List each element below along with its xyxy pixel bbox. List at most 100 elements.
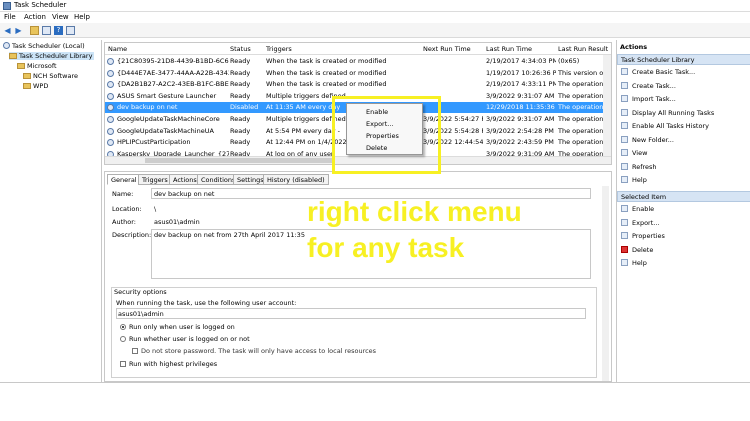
cell-triggers: When the task is created or modified <box>266 57 387 65</box>
delete-icon <box>621 245 628 253</box>
radio-selected-icon <box>120 324 126 330</box>
enable-tasks-history-icon <box>621 122 628 129</box>
refresh-icon <box>621 162 628 170</box>
cell-result: The operation c <box>558 80 606 89</box>
tab-actions[interactable]: Actions <box>169 174 201 185</box>
author-label: Author: <box>112 218 136 226</box>
cell-result: This version of <box>558 68 606 77</box>
detail-vertical-scrollbar[interactable] <box>602 186 609 381</box>
selected-action-help[interactable]: Help <box>621 259 647 267</box>
menu-file[interactable]: File <box>4 13 16 21</box>
radio-whether-logged-on[interactable]: Run whether user is logged on or not <box>120 335 250 343</box>
cell-last: 3/9/2022 9:31:07 AM <box>486 91 555 100</box>
col-next-run[interactable]: Next Run Time <box>423 45 471 53</box>
cell-result: The operation c <box>558 91 606 100</box>
description-label: Description: <box>112 231 152 239</box>
export-icon <box>621 218 628 226</box>
task-icon <box>107 58 114 65</box>
action-create-basic-task[interactable]: Create Basic Task... <box>621 68 695 76</box>
tab-general[interactable]: General <box>107 174 141 185</box>
menu-help[interactable]: Help <box>74 13 90 21</box>
create-basic-task-icon <box>621 68 628 75</box>
action-enable-tasks-history[interactable]: Enable All Tasks History <box>621 122 709 130</box>
action-view[interactable]: View <box>621 149 647 157</box>
cell-result: The operation c <box>558 103 606 112</box>
action-help[interactable]: Help <box>621 176 647 184</box>
selected-action-enable[interactable]: Enable <box>621 205 654 213</box>
task-icon <box>107 81 114 89</box>
cell-status: Ready <box>230 80 251 89</box>
actions-selected-section[interactable]: Selected Item <box>617 191 750 202</box>
folder-icon <box>23 83 31 89</box>
col-last-run[interactable]: Last Run Time <box>486 45 532 53</box>
name-value: dev backup on net <box>154 190 215 198</box>
cell-status: Ready <box>230 57 251 65</box>
cell-status: Ready <box>230 91 251 100</box>
table-row[interactable]: {21C80395-21D8-4439-B1BD-6C6BC...Ready Wh… <box>105 56 605 67</box>
checkbox-icon <box>120 361 126 367</box>
cell-name: {D444E7AE-3477-44AA-A22B-4343B... <box>117 68 229 77</box>
back-arrow-icon[interactable]: ◀ <box>3 26 12 35</box>
tree-nch-software[interactable]: NCH Software <box>23 72 78 80</box>
tree-library[interactable]: Task Scheduler Library <box>9 52 95 60</box>
highlight-box <box>332 96 441 174</box>
folder-icon <box>17 63 25 69</box>
folder-icon <box>23 73 31 79</box>
scroll-thumb[interactable] <box>145 158 335 163</box>
col-name[interactable]: Name <box>108 45 127 53</box>
security-title: Security options <box>114 288 167 296</box>
selected-action-delete[interactable]: Delete <box>621 245 653 254</box>
detail-pane: General Triggers Actions Conditions Sett… <box>104 171 612 382</box>
action-create-task[interactable]: Create Task... <box>621 81 676 90</box>
cell-triggers: When the task is created or modified <box>266 68 387 77</box>
checkbox-highest-privileges[interactable]: Run with highest privileges <box>120 360 217 368</box>
checkbox-icon <box>132 348 138 354</box>
folder-icon <box>9 53 17 59</box>
forward-arrow-icon[interactable]: ▶ <box>14 26 23 35</box>
enable-icon <box>621 205 628 212</box>
action-pane-icon[interactable] <box>66 26 75 35</box>
table-row[interactable]: {D444E7AE-3477-44AA-A22B-4343B...Ready Wh… <box>105 68 606 79</box>
tree-microsoft[interactable]: Microsoft <box>17 62 57 70</box>
author-value: asus01\admin <box>154 218 200 226</box>
folder-up-icon[interactable] <box>30 26 39 35</box>
col-status[interactable]: Status <box>230 45 251 53</box>
cell-status: Ready <box>230 138 251 147</box>
col-triggers[interactable]: Triggers <box>266 45 292 53</box>
tree-wpd[interactable]: WPD <box>23 82 48 90</box>
selected-action-export[interactable]: Export... <box>621 218 659 227</box>
security-options: Security options When running the task, … <box>111 287 597 378</box>
menu-view[interactable]: View <box>52 13 69 21</box>
description-value: dev backup on net from 27th April 2017 1… <box>154 231 305 239</box>
col-last-result[interactable]: Last Run Result <box>558 45 608 53</box>
cell-name: HPLIPCustParticipation <box>117 138 191 147</box>
cell-result: The operation c <box>558 138 606 147</box>
help-icon[interactable]: ? <box>54 26 63 35</box>
clock-icon <box>3 42 10 49</box>
menu-bar: File Action View Help <box>0 12 750 23</box>
tree-root[interactable]: Task Scheduler (Local) <box>3 42 85 50</box>
task-icon <box>107 127 114 135</box>
tab-triggers[interactable]: Triggers <box>138 174 172 185</box>
checkbox-no-password[interactable]: Do not store password. The task will onl… <box>132 347 376 355</box>
cell-status: Ready <box>230 115 251 123</box>
cell-result: The operation c <box>558 115 606 123</box>
security-prompt: When running the task, use the following… <box>116 299 297 307</box>
display-running-tasks-icon <box>621 108 628 116</box>
action-refresh[interactable]: Refresh <box>621 162 657 171</box>
table-row[interactable]: {DA2B1B27-A2C2-43EB-B1FC-BBE8... Ready Whe… <box>105 79 606 90</box>
list-vertical-scrollbar[interactable] <box>603 55 611 159</box>
action-import-task[interactable]: Import Task... <box>621 95 676 103</box>
selected-action-properties[interactable]: Properties <box>621 232 665 240</box>
show-hide-tree-icon[interactable] <box>42 26 51 35</box>
tab-history[interactable]: History (disabled) <box>263 174 329 185</box>
create-task-icon <box>621 81 628 89</box>
actions-library-section[interactable]: Task Scheduler Library <box>617 54 750 65</box>
action-new-folder[interactable]: New Folder... <box>621 135 674 144</box>
cell-name: GoogleUpdateTaskMachineUA <box>117 126 214 135</box>
task-icon <box>107 116 114 123</box>
cell-name: {21C80395-21D8-4439-B1BD-6C6BC... <box>117 57 229 65</box>
radio-logged-on[interactable]: Run only when user is logged on <box>120 323 235 331</box>
action-display-running-tasks[interactable]: Display All Running Tasks <box>621 108 714 117</box>
menu-action[interactable]: Action <box>24 13 46 21</box>
